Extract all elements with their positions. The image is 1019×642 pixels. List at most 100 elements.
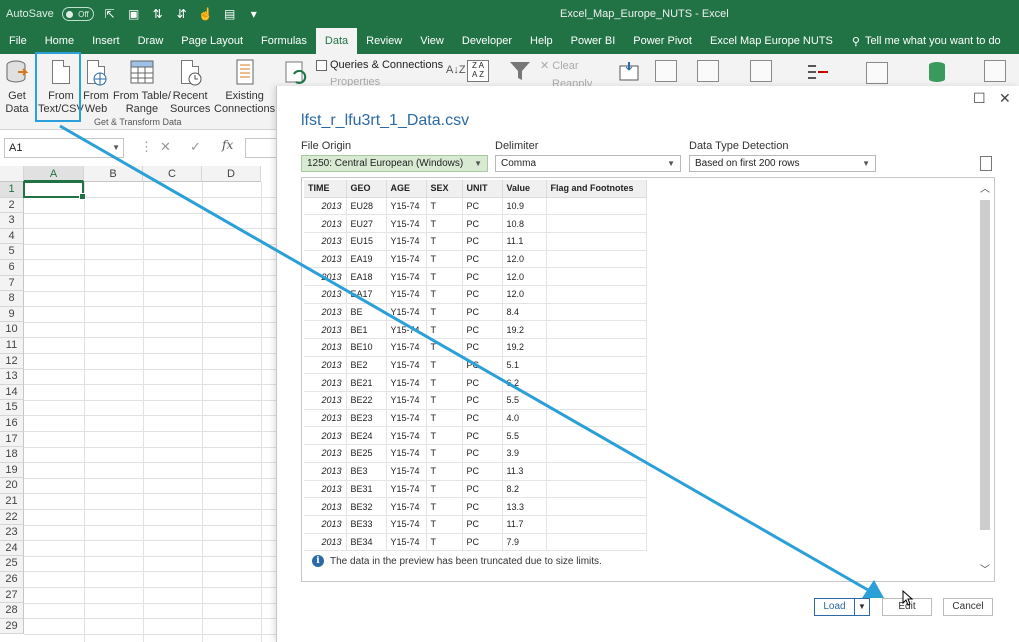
tab-draw[interactable]: Draw: [129, 28, 173, 54]
save-icon[interactable]: ▣: [126, 6, 142, 22]
row-header-21[interactable]: 21: [0, 494, 24, 510]
name-box[interactable]: A1 ▼: [4, 138, 124, 158]
autosave-toggle[interactable]: Off: [61, 7, 94, 21]
chevron-down-icon[interactable]: ﹀: [978, 561, 992, 576]
tab-help[interactable]: Help: [521, 28, 562, 54]
row-header-12[interactable]: 12: [0, 353, 24, 370]
refresh-all-icon[interactable]: [284, 60, 308, 86]
tab-formulas[interactable]: Formulas: [252, 28, 316, 54]
form-icon[interactable]: ▤: [222, 6, 238, 22]
row-header-20[interactable]: 20: [0, 478, 24, 494]
from-table-range-button[interactable]: From Table/ Range: [113, 58, 171, 116]
tab-excel-map-europe-nuts[interactable]: Excel Map Europe NUTS: [701, 28, 842, 54]
row-header-22[interactable]: 22: [0, 509, 24, 526]
table-cell: PC: [462, 515, 503, 534]
row-header-29[interactable]: 29: [0, 618, 24, 635]
manage-data-model-icon[interactable]: [926, 60, 948, 82]
row-header-17[interactable]: 17: [0, 431, 24, 448]
table-cell: T: [426, 515, 463, 534]
info-icon: i: [312, 555, 324, 567]
existing-connections-button[interactable]: Existing Connections: [214, 58, 275, 116]
row-header-26[interactable]: 26: [0, 572, 24, 588]
data-preview[interactable]: TIME GEO AGE SEX UNIT Value Flag and Footnotes…: [301, 177, 995, 582]
tab-power-bi[interactable]: Power BI: [562, 28, 625, 54]
select-all-corner[interactable]: [0, 166, 24, 182]
tab-data[interactable]: Data: [315, 28, 358, 54]
data-type-detection-select[interactable]: Based on first 200 rows ▼: [689, 155, 876, 172]
row-header-10[interactable]: 10: [0, 322, 24, 338]
formula-input[interactable]: [245, 138, 278, 158]
from-web-button[interactable]: From Web: [83, 58, 109, 116]
tab-file[interactable]: File: [0, 28, 36, 54]
column-header-c[interactable]: C: [143, 166, 202, 182]
get-data-button[interactable]: Get Data: [4, 58, 30, 116]
sort-ascending-icon[interactable]: ⇅: [150, 6, 166, 22]
row-header-4[interactable]: 4: [0, 228, 24, 245]
delimiter-select[interactable]: Comma ▼: [495, 155, 681, 172]
tab-review[interactable]: Review: [357, 28, 411, 54]
enter-entry-icon[interactable]: ✓: [190, 139, 201, 155]
load-dropdown-button[interactable]: ▼: [854, 598, 870, 616]
tab-page-layout[interactable]: Page Layout: [172, 28, 252, 54]
sort-descending-icon[interactable]: ⇵: [174, 6, 190, 22]
row-header-14[interactable]: 14: [0, 384, 24, 401]
touch-mode-icon[interactable]: ☝: [198, 6, 214, 22]
column-header-d[interactable]: D: [202, 166, 261, 182]
scrollbar-thumb[interactable]: [980, 200, 990, 530]
row-header-23[interactable]: 23: [0, 525, 24, 541]
column-header-b[interactable]: B: [84, 166, 143, 182]
row-header-6[interactable]: 6: [0, 260, 24, 276]
row-header-19[interactable]: 19: [0, 462, 24, 479]
filter-icon[interactable]: [508, 60, 532, 85]
tab-power-pivot[interactable]: Power Pivot: [624, 28, 701, 54]
tab-home[interactable]: Home: [36, 28, 83, 54]
worksheet-grid[interactable]: A B C D 1 2 3 4 5 6 7 8 9 10 11 12 13 14 15 16 17 18 19 20 21 22 2…: [0, 166, 276, 642]
consolidate-icon[interactable]: [806, 62, 828, 84]
tab-view[interactable]: View: [411, 28, 453, 54]
flash-fill-icon[interactable]: [655, 60, 677, 82]
row-header-2[interactable]: 2: [0, 197, 24, 214]
row-header-18[interactable]: 18: [0, 447, 24, 463]
column-header-a[interactable]: A: [24, 166, 84, 182]
cancel-entry-icon[interactable]: ✕: [160, 139, 171, 155]
remove-duplicates-icon[interactable]: [697, 60, 719, 82]
cursor-icon[interactable]: ⇱: [102, 6, 118, 22]
preview-scrollbar[interactable]: ︿ ﹀: [978, 180, 992, 576]
tab-developer[interactable]: Developer: [453, 28, 521, 54]
insert-function-icon[interactable]: fx: [222, 138, 233, 152]
document-settings-icon[interactable]: [980, 156, 992, 171]
row-header-13[interactable]: 13: [0, 369, 24, 385]
row-header-5[interactable]: 5: [0, 244, 24, 260]
queries-connections-button[interactable]: Queries & Connections: [316, 59, 443, 71]
table-cell: BE23: [346, 409, 387, 428]
row-header-25[interactable]: 25: [0, 556, 24, 572]
row-header-9[interactable]: 9: [0, 306, 24, 323]
tell-me-search[interactable]: ⚲ Tell me what you want to do: [842, 28, 1001, 54]
sort-dialog-icon[interactable]: Z AA Z: [467, 60, 489, 82]
text-to-columns-icon[interactable]: [617, 60, 639, 82]
data-validation-icon[interactable]: [750, 60, 772, 82]
file-origin-select[interactable]: 1250: Central European (Windows) ▼: [301, 155, 488, 172]
row-header-28[interactable]: 28: [0, 603, 24, 619]
row-header-24[interactable]: 24: [0, 540, 24, 557]
row-header-7[interactable]: 7: [0, 275, 24, 292]
relationships-icon[interactable]: [866, 62, 888, 84]
row-header-11[interactable]: 11: [0, 338, 24, 354]
row-header-15[interactable]: 15: [0, 400, 24, 416]
recent-sources-button[interactable]: Recent Sources: [170, 58, 210, 116]
tab-insert[interactable]: Insert: [83, 28, 129, 54]
chevron-up-icon[interactable]: ︿: [978, 180, 992, 195]
row-header-27[interactable]: 27: [0, 587, 24, 604]
maximize-icon[interactable]: ☐: [973, 90, 986, 107]
row-header-8[interactable]: 8: [0, 291, 24, 307]
row-header-1[interactable]: 1: [0, 182, 24, 198]
what-if-analysis-icon[interactable]: [984, 60, 1006, 82]
close-icon[interactable]: ✕: [999, 90, 1011, 107]
active-cell-a1[interactable]: [23, 181, 86, 200]
sort-az-icon[interactable]: A↓Z: [446, 64, 466, 76]
customize-qat-icon[interactable]: ▾: [246, 6, 262, 22]
cancel-button[interactable]: Cancel: [943, 598, 993, 616]
load-button[interactable]: Load: [814, 598, 855, 616]
row-header-16[interactable]: 16: [0, 416, 24, 432]
row-header-3[interactable]: 3: [0, 213, 24, 229]
